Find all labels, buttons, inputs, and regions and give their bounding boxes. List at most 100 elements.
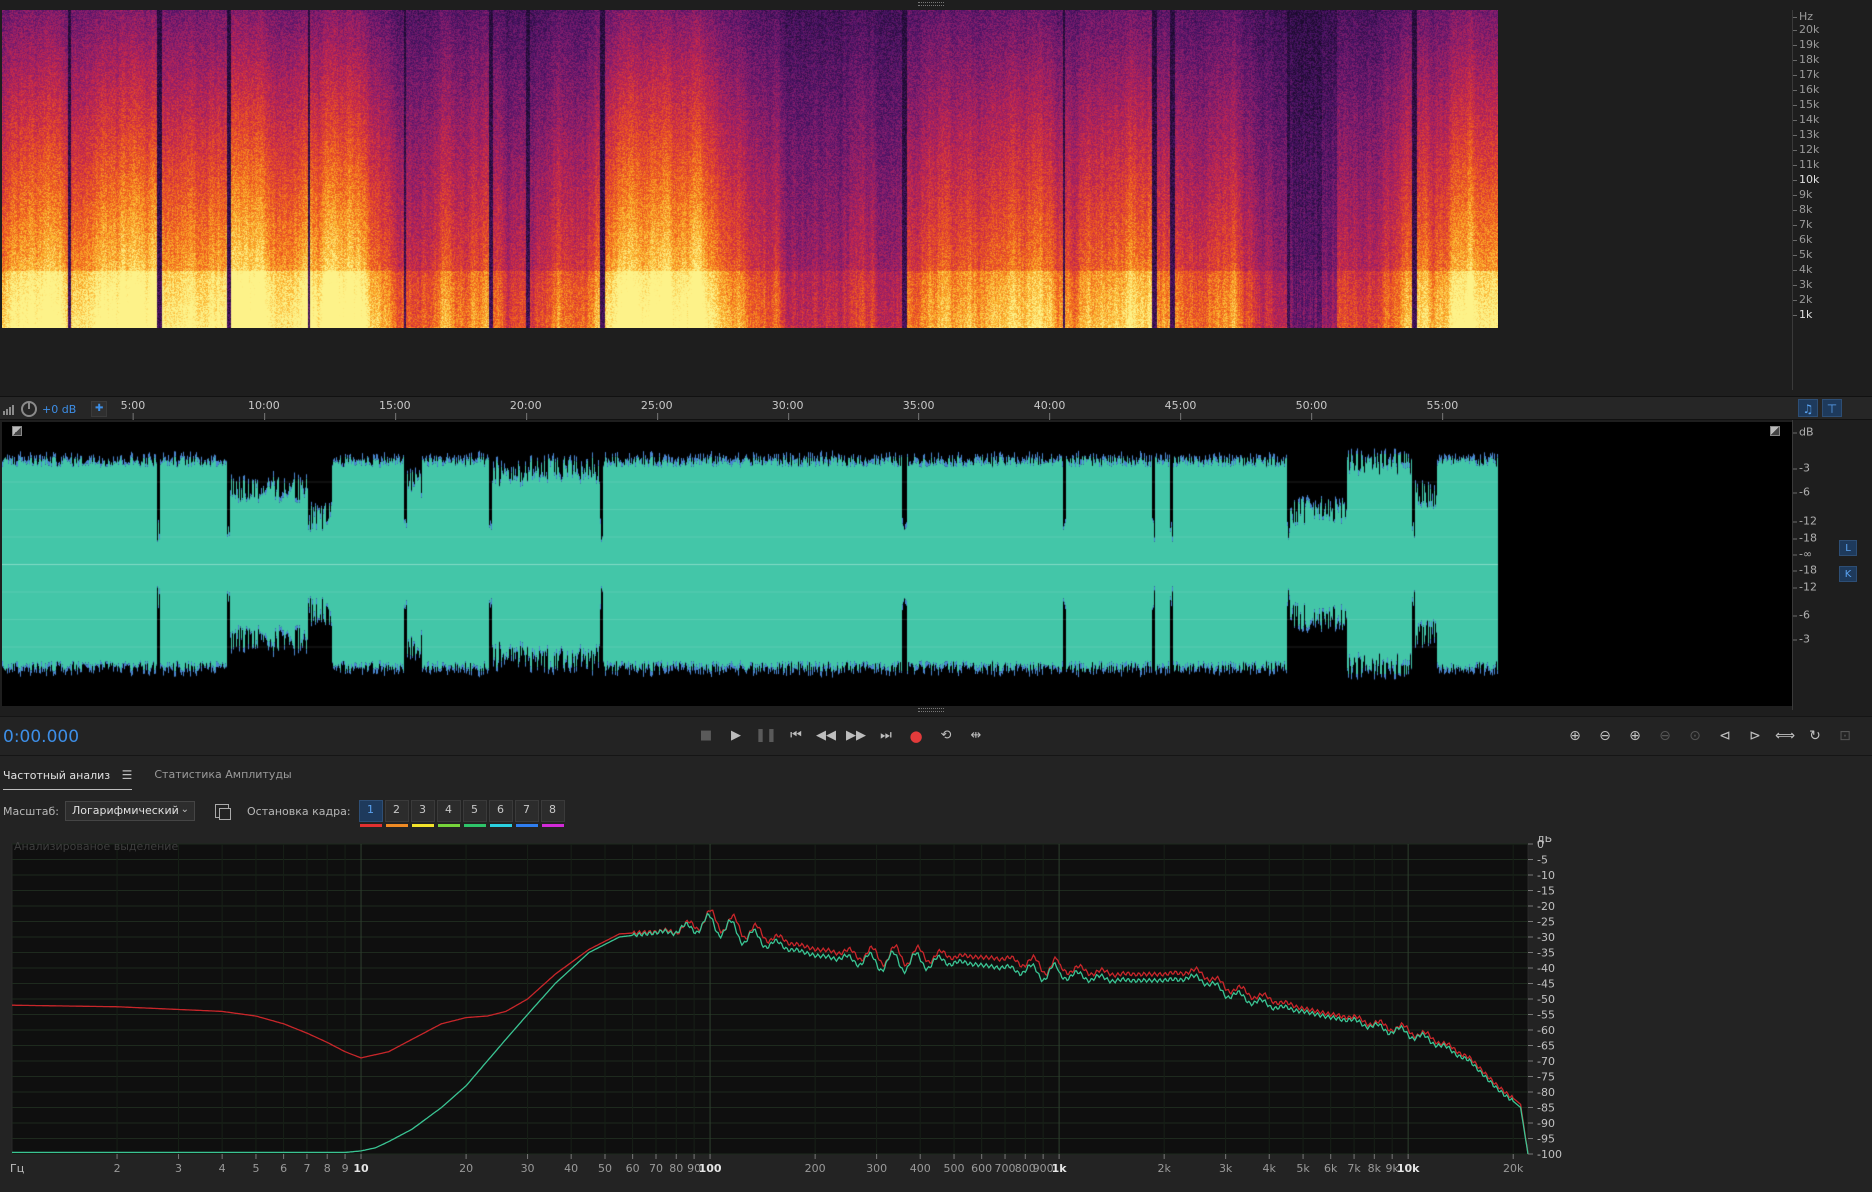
x-tick-label: 5	[252, 1162, 259, 1175]
panel-resize-handle[interactable]	[918, 2, 944, 6]
panel-resize-handle[interactable]	[918, 708, 944, 712]
time-tick-label: 15:00	[378, 399, 411, 420]
zoom-out-amplitude-icon[interactable]: ⊖	[1592, 725, 1618, 747]
frequency-tick-label: 18k	[1792, 53, 1820, 66]
pause-button[interactable]: ❚❚	[754, 725, 778, 747]
panel-menu-icon[interactable]: ☰	[122, 768, 133, 782]
spectrogram-view[interactable]: Hz 20k 19k 18k 17k 16k 15k 14k 13k 12k 11k 10k 9k 8k…	[0, 0, 1872, 396]
frame-color-swatch	[489, 824, 512, 827]
frequency-tick-label: 6k	[1792, 233, 1813, 246]
copy-icon[interactable]	[214, 804, 231, 820]
y-tick-label: -45	[1537, 978, 1555, 991]
waveform-view[interactable]: dB -3 -6 -12 -18 -∞ -18 -12 -6 -3 L K	[0, 420, 1872, 712]
tab-amplitude-statistics[interactable]: Статистика Амплитуды	[154, 764, 291, 790]
frequency-graph[interactable]: 0 -5 -10 -15 -20 -25 -30 -35 -40 -45 -50 -55 -60 -65-…	[8, 836, 1864, 1186]
headphones-icon[interactable]: ♫	[1798, 399, 1818, 417]
go-to-end-button[interactable]: ⏭	[874, 725, 898, 747]
y-tick-label: -5	[1537, 854, 1548, 867]
x-tick-label: 7	[303, 1162, 310, 1175]
tab-label: Частотный анализ	[3, 769, 111, 782]
play-button[interactable]: ▶	[724, 725, 748, 747]
freeze-frame-label: 5	[471, 803, 479, 816]
y-tick-label: -75	[1537, 1071, 1555, 1084]
analyzed-selection-label: Анализированое выделение	[14, 840, 179, 853]
marker-icon[interactable]: ⊤	[1822, 399, 1842, 417]
frame-color-swatch	[463, 824, 486, 827]
tab-frequency-analysis[interactable]: Частотный анализ ☰	[3, 764, 133, 790]
y-tick-label: -80	[1537, 1086, 1555, 1099]
loop-button[interactable]: ⟲	[934, 725, 958, 747]
freeze-frame-buttons: 1 2 3 4 5 6 7 8	[358, 800, 565, 827]
zoom-out-time-icon[interactable]: ⊖	[1652, 725, 1678, 747]
fade-out-handle[interactable]	[1770, 426, 1780, 436]
current-time-display[interactable]: 0:00.000	[3, 727, 79, 747]
time-tick-label: 5:00	[120, 399, 146, 420]
tab-label: Статистика Амплитуды	[154, 768, 292, 781]
spectrogram-canvas[interactable]	[2, 10, 1498, 328]
freeze-frame-button-3[interactable]: 3	[410, 800, 435, 827]
time-tick-label: 40:00	[1033, 399, 1066, 420]
zoom-in-left-icon[interactable]: ⊲	[1712, 725, 1738, 747]
pin-icon[interactable]: ✚	[91, 401, 108, 417]
x-tick-label: 8k	[1368, 1162, 1382, 1175]
rewind-button[interactable]: ◀◀	[814, 725, 838, 747]
fade-in-handle[interactable]	[12, 426, 22, 436]
zoom-in-time-icon[interactable]: ⊕	[1622, 725, 1648, 747]
frequency-graph-svg[interactable]: 0-5-10-15-20-25-30-35-40-45-50-55-60-65-…	[8, 836, 1864, 1186]
frequency-tick-label: 4k	[1792, 263, 1813, 276]
time-ruler[interactable]: 5:00 10:00 15:00 20:00 25:00 30:00 35:00 40:00 4…	[0, 396, 1872, 420]
time-tick-label: 35:00	[902, 399, 935, 420]
y-tick-label: -40	[1537, 962, 1555, 975]
y-tick-label: -95	[1537, 1133, 1555, 1146]
stop-button[interactable]: ■	[694, 725, 718, 747]
amplitude-tick-label: -6	[1793, 608, 1810, 622]
frequency-unit-label: Hz	[1792, 10, 1814, 23]
zoom-reset-icon[interactable]: ↻	[1802, 725, 1828, 747]
x-tick-label: 700	[995, 1162, 1016, 1175]
waveform-canvas[interactable]	[2, 422, 1792, 706]
frequency-tick-label: 17k	[1792, 68, 1820, 81]
freeze-frame-button-5[interactable]: 5	[462, 800, 487, 827]
zoom-in-right-icon[interactable]: ⊳	[1742, 725, 1768, 747]
frequency-tick-label: 8k	[1792, 203, 1813, 216]
frequency-tick-label: 7k	[1792, 218, 1813, 231]
x-tick-label: 10k	[1397, 1162, 1420, 1175]
fast-forward-button[interactable]: ▶▶	[844, 725, 868, 747]
time-ruler-ticks[interactable]: 5:00 10:00 15:00 20:00 25:00 30:00 35:00 40:00 4…	[0, 397, 1790, 420]
zoom-fit-icon[interactable]: ⊡	[1832, 725, 1858, 747]
signal-bars-icon[interactable]	[2, 402, 16, 416]
y-tick-label: -55	[1537, 1009, 1555, 1022]
volume-db-value[interactable]: +0 dB	[42, 403, 76, 416]
y-tick-label: -15	[1537, 885, 1555, 898]
time-tick-label: 50:00	[1295, 399, 1328, 420]
skip-selection-button[interactable]: ⇹	[964, 725, 988, 747]
x-tick-label: 600	[971, 1162, 992, 1175]
x-tick-label: 80	[669, 1162, 683, 1175]
volume-knob[interactable]	[21, 401, 37, 417]
freeze-frame-button-4[interactable]: 4	[436, 800, 461, 827]
frequency-tick-label: 11k	[1792, 158, 1820, 171]
freeze-frame-button-7[interactable]: 7	[514, 800, 539, 827]
frequency-analysis-panel: Частотный анализ ☰ Статистика Амплитуды …	[0, 756, 1872, 1192]
y-tick-label: -10	[1537, 869, 1555, 882]
x-tick-label: 2k	[1157, 1162, 1171, 1175]
transport-bar: 0:00.000 ■ ▶ ❚❚ ⏮ ◀◀ ▶▶ ⏭ ● ⟲ ⇹ ⊕ ⊖ ⊕ ⊖ ⊙ ⊲ ⊳ ⟺ ↻ ⊡	[0, 716, 1872, 756]
freeze-frame-button-6[interactable]: 6	[488, 800, 513, 827]
zoom-out-full-icon[interactable]: ⟺	[1772, 725, 1798, 747]
channel-left-toggle[interactable]: L	[1839, 540, 1857, 556]
go-to-start-button[interactable]: ⏮	[784, 725, 808, 747]
freeze-frame-button-8[interactable]: 8	[540, 800, 565, 827]
x-tick-label: 4k	[1263, 1162, 1277, 1175]
channel-right-toggle[interactable]: K	[1839, 566, 1857, 582]
freeze-frame-button-1[interactable]: 1	[358, 800, 383, 827]
freeze-frame-label: 6	[497, 803, 505, 816]
zoom-to-selection-icon[interactable]: ⊙	[1682, 725, 1708, 747]
y-tick-label: -30	[1537, 931, 1555, 944]
amplitude-tick-label: -18	[1793, 563, 1817, 577]
y-tick-label: -65	[1537, 1040, 1555, 1053]
freeze-frame-button-2[interactable]: 2	[384, 800, 409, 827]
x-tick-label: 60	[626, 1162, 640, 1175]
scale-select[interactable]: Логарифмический ⌄	[64, 801, 195, 821]
zoom-in-amplitude-icon[interactable]: ⊕	[1562, 725, 1588, 747]
record-button[interactable]: ●	[904, 725, 928, 747]
